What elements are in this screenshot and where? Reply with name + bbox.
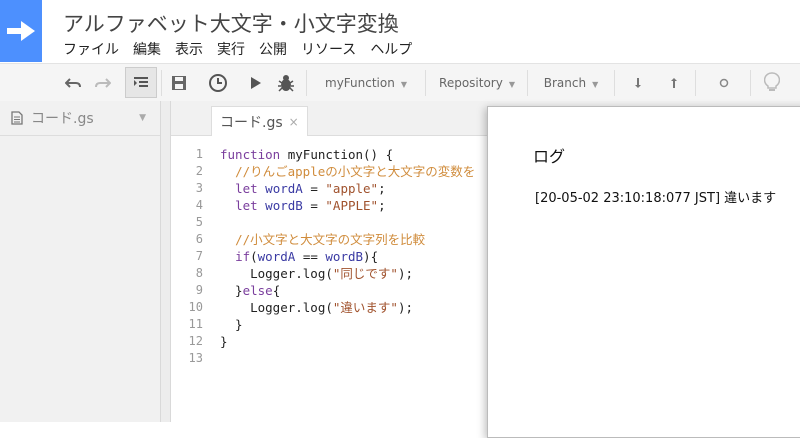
run-button[interactable] (246, 64, 266, 101)
step-over-button[interactable] (628, 64, 648, 101)
indent-button[interactable] (125, 67, 157, 98)
debug-button[interactable] (275, 64, 297, 101)
splitter[interactable] (161, 101, 171, 422)
repository-select[interactable]: Repository ▼ (432, 64, 522, 101)
debug-icon (278, 74, 294, 92)
clock-icon (209, 73, 227, 92)
code-area[interactable]: function myFunction() { //りんごappleの小文字と大… (220, 146, 475, 367)
close-icon[interactable]: × (289, 115, 299, 129)
arrow-right-icon (7, 21, 35, 41)
line-number: 3 (195, 181, 203, 195)
line-number: 5 (195, 215, 203, 229)
redo-button[interactable] (92, 64, 114, 101)
line-number: 10 (188, 300, 203, 314)
undo-button[interactable] (62, 64, 84, 101)
menu-view[interactable]: 表示 (175, 39, 203, 59)
step-over-icon (635, 77, 641, 88)
chevron-down-icon: ▼ (508, 79, 515, 89)
line-number: 6 (195, 232, 203, 246)
code-line[interactable] (220, 350, 475, 367)
code-line[interactable]: if(wordA == wordB){ (220, 248, 475, 265)
menu-publish[interactable]: 公開 (259, 39, 287, 59)
log-title: ログ (533, 147, 566, 166)
sidebar-file-label: コード.gs (31, 111, 94, 127)
lightbulb-icon (764, 71, 780, 91)
execution-hints-button[interactable] (760, 64, 784, 101)
menu-run[interactable]: 実行 (217, 39, 245, 59)
line-number: 2 (195, 164, 203, 178)
code-line[interactable]: let wordA = "apple"; (220, 180, 475, 197)
file-sidebar: コード.gs ▼ (0, 101, 161, 422)
code-line[interactable]: Logger.log("同じです"); (220, 265, 475, 282)
branch-select[interactable]: Branch ▼ (535, 64, 607, 101)
undo-icon (65, 77, 81, 88)
tab-code-gs[interactable]: コード.gs × (211, 106, 308, 137)
log-dialog: ログ [20-05-02 23:10:18:077 JST] 違います (487, 106, 800, 438)
header: アルファベット大文字・小文字変換 ファイル 編集 表示 実行 公開 リソース ヘ… (0, 0, 800, 64)
code-line[interactable] (220, 214, 475, 231)
breakpoint-icon (719, 78, 729, 87)
menu-edit[interactable]: 編集 (133, 39, 161, 59)
sidebar-file-item[interactable]: コード.gs ▼ (0, 101, 160, 136)
run-icon (251, 76, 261, 89)
menu-resources[interactable]: リソース (301, 39, 356, 59)
code-line[interactable]: function myFunction() { (220, 146, 475, 163)
code-line[interactable]: }else{ (220, 282, 475, 299)
app-logo[interactable] (0, 0, 42, 62)
step-in-icon (671, 77, 677, 88)
step-in-button[interactable] (664, 64, 684, 101)
menu-bar: ファイル 編集 表示 実行 公開 リソース ヘルプ (63, 39, 426, 59)
menu-help[interactable]: ヘルプ (370, 39, 412, 59)
tab-label: コード.gs (220, 115, 283, 131)
code-line[interactable]: //小文字と大文字の文字列を比較 (220, 231, 475, 248)
code-line[interactable]: } (220, 333, 475, 350)
file-icon (11, 111, 23, 125)
line-number: 13 (188, 351, 203, 365)
save-button[interactable] (168, 64, 190, 101)
chevron-down-icon: ▼ (592, 79, 599, 89)
line-number: 1 (195, 147, 203, 161)
line-number: 9 (195, 283, 203, 297)
line-number: 4 (195, 198, 203, 212)
save-icon (172, 75, 186, 90)
line-number: 8 (195, 266, 203, 280)
toolbar: myFunction ▼ Repository ▼ Branch ▼ (0, 63, 800, 102)
line-number: 7 (195, 249, 203, 263)
code-line[interactable]: //りんごappleの小文字と大文字の変数を (220, 163, 475, 180)
chevron-down-icon[interactable]: ▼ (139, 113, 146, 123)
line-number: 12 (188, 334, 203, 348)
indent-icon (134, 76, 148, 87)
triggers-button[interactable] (206, 64, 230, 101)
code-line[interactable]: Logger.log("違います"); (220, 299, 475, 316)
code-line[interactable]: } (220, 316, 475, 333)
breakpoint-button[interactable] (714, 64, 734, 101)
line-number-gutter: 1 2 3 4 5 6 7 8 9 10 11 12 13 (171, 146, 203, 367)
menu-file[interactable]: ファイル (63, 39, 119, 59)
function-select[interactable]: myFunction ▼ (312, 64, 420, 101)
redo-icon (95, 77, 111, 88)
project-title[interactable]: アルファベット大文字・小文字変換 (63, 8, 399, 38)
chevron-down-icon: ▼ (400, 79, 407, 89)
code-line[interactable]: let wordB = "APPLE"; (220, 197, 475, 214)
line-number: 11 (188, 317, 203, 331)
log-entry: [20-05-02 23:10:18:077 JST] 違います (535, 191, 777, 206)
